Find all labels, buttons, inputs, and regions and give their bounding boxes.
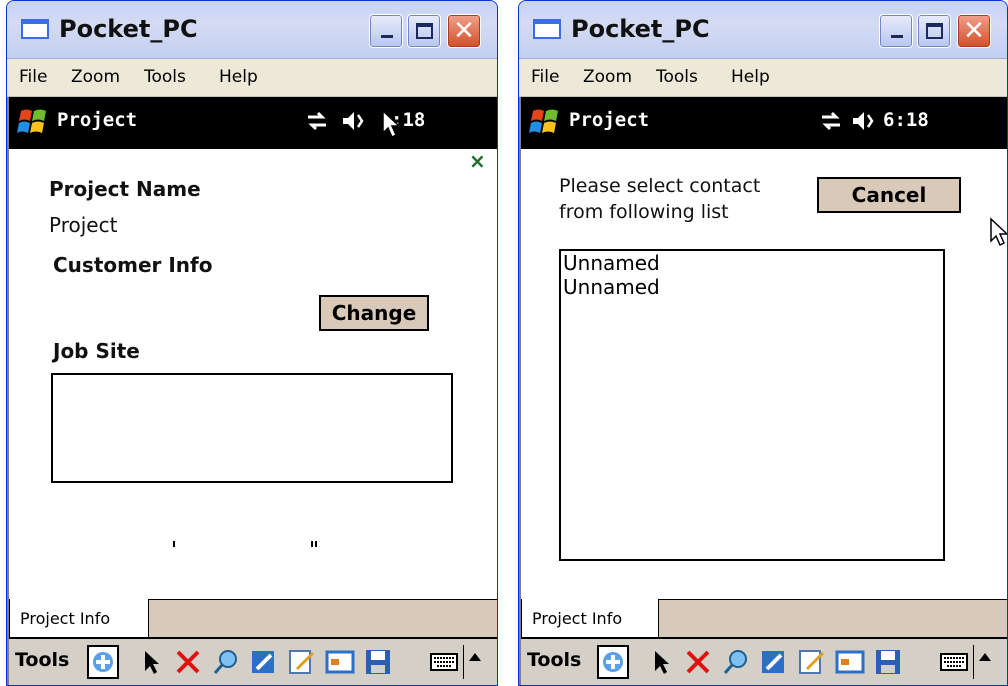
menu-zoom[interactable]: Zoom xyxy=(71,67,120,87)
minimize-icon xyxy=(891,35,903,38)
minimize-button[interactable] xyxy=(369,14,403,48)
speaker-icon[interactable] xyxy=(851,109,879,133)
close-window-button[interactable]: ✕ xyxy=(957,14,991,48)
menu-tools[interactable]: Tools xyxy=(144,67,186,87)
taskbar-title: Project xyxy=(57,109,138,131)
divider xyxy=(973,645,974,679)
menu-file[interactable]: File xyxy=(19,67,47,87)
pocket-pc-window-right: Pocket_PC ✕ File Zoom Tools Help Project xyxy=(518,0,1008,686)
pencil-icon[interactable] xyxy=(759,647,789,677)
device-screen: Project 6:18 Please select contact from … xyxy=(519,97,1007,685)
prompt-line-2: from following list xyxy=(559,201,729,223)
maximize-icon xyxy=(416,23,433,39)
menu-help[interactable]: Help xyxy=(219,67,258,87)
keyboard-icon[interactable] xyxy=(939,647,969,677)
tools-menu-button[interactable]: Tools xyxy=(15,649,69,671)
command-bar: Tools xyxy=(521,637,1007,685)
pencil-icon[interactable] xyxy=(249,647,279,677)
close-icon: ✕ xyxy=(963,16,985,46)
menu-zoom[interactable]: Zoom xyxy=(583,67,632,87)
window-title: Pocket_PC xyxy=(59,15,198,43)
divider xyxy=(463,645,464,679)
device-screen: Project :18 × Project Name Project Custo… xyxy=(7,97,497,685)
title-bar[interactable]: Pocket_PC ✕ xyxy=(519,1,1007,59)
floppy-save-icon[interactable] xyxy=(873,647,903,677)
tick-mark xyxy=(311,541,313,547)
taskbar-clock[interactable]: 6:18 xyxy=(883,109,929,131)
window-title: Pocket_PC xyxy=(571,15,710,43)
arrow-up-icon[interactable] xyxy=(469,653,481,661)
command-bar: Tools xyxy=(9,637,497,685)
windows-flag-icon[interactable] xyxy=(529,107,561,137)
red-x-icon[interactable] xyxy=(173,647,203,677)
speaker-icon[interactable] xyxy=(341,109,369,133)
pocket-pc-window-left: Pocket_PC ✕ File Zoom Tools Help Project xyxy=(6,0,498,686)
title-bar[interactable]: Pocket_PC ✕ xyxy=(7,1,497,59)
taskbar-title: Project xyxy=(569,109,650,131)
tab-strip: Project Info xyxy=(9,599,497,639)
maximize-button[interactable] xyxy=(407,14,441,48)
pointer-icon[interactable] xyxy=(137,647,167,677)
menu-file[interactable]: File xyxy=(531,67,559,87)
close-icon[interactable]: × xyxy=(469,149,486,173)
arrow-up-icon[interactable] xyxy=(979,653,991,661)
sync-arrows-icon[interactable] xyxy=(819,109,843,133)
menu-tools[interactable]: Tools xyxy=(656,67,698,87)
minimize-icon xyxy=(381,35,393,38)
pocket-taskbar: Project 6:18 xyxy=(521,97,1007,149)
change-button[interactable]: Change xyxy=(319,295,429,331)
note-icon[interactable] xyxy=(797,647,827,677)
tab-strip: Project Info xyxy=(521,599,1007,639)
plus-icon xyxy=(93,652,113,672)
prompt-line-1: Please select contact xyxy=(559,175,761,197)
new-button[interactable] xyxy=(597,645,629,679)
keyboard-icon[interactable] xyxy=(429,647,459,677)
tick-mark xyxy=(315,541,317,547)
minimize-button[interactable] xyxy=(879,14,913,48)
menu-bar: File Zoom Tools Help xyxy=(7,59,497,97)
note-icon[interactable] xyxy=(287,647,317,677)
customer-info-label: Customer Info xyxy=(53,253,213,277)
tab-project-info[interactable]: Project Info xyxy=(521,599,659,639)
project-name-value: Project xyxy=(49,213,118,237)
close-window-button[interactable]: ✕ xyxy=(447,14,481,48)
floppy-save-icon[interactable] xyxy=(363,647,393,677)
job-site-label: Job Site xyxy=(53,339,140,363)
list-item[interactable]: Unnamed xyxy=(561,275,943,299)
tools-menu-button[interactable]: Tools xyxy=(527,649,581,671)
red-x-icon[interactable] xyxy=(683,647,713,677)
new-button[interactable] xyxy=(87,645,119,679)
mouse-pointer-icon xyxy=(990,217,1007,247)
contact-listbox[interactable]: Unnamed Unnamed xyxy=(559,249,945,561)
plus-icon xyxy=(603,652,623,672)
card-icon[interactable] xyxy=(835,647,865,677)
pocket-pc-window-icon xyxy=(533,19,561,39)
list-item[interactable]: Unnamed xyxy=(561,251,943,275)
mouse-pointer-icon xyxy=(382,109,401,139)
job-site-field[interactable] xyxy=(51,373,453,483)
maximize-button[interactable] xyxy=(917,14,951,48)
menu-bar: File Zoom Tools Help xyxy=(519,59,1007,97)
cancel-button[interactable]: Cancel xyxy=(817,177,961,213)
windows-flag-icon[interactable] xyxy=(17,107,49,137)
maximize-icon xyxy=(926,23,943,39)
find-icon[interactable] xyxy=(721,647,751,677)
find-icon[interactable] xyxy=(211,647,241,677)
tick-mark xyxy=(173,541,175,547)
tab-project-info[interactable]: Project Info xyxy=(9,599,149,639)
close-icon: ✕ xyxy=(453,16,475,46)
sync-arrows-icon[interactable] xyxy=(305,109,329,133)
pointer-icon[interactable] xyxy=(647,647,677,677)
project-name-label: Project Name xyxy=(49,177,201,201)
pocket-taskbar: Project :18 xyxy=(9,97,497,149)
menu-help[interactable]: Help xyxy=(731,67,770,87)
card-icon[interactable] xyxy=(325,647,355,677)
pocket-pc-window-icon xyxy=(21,19,49,39)
